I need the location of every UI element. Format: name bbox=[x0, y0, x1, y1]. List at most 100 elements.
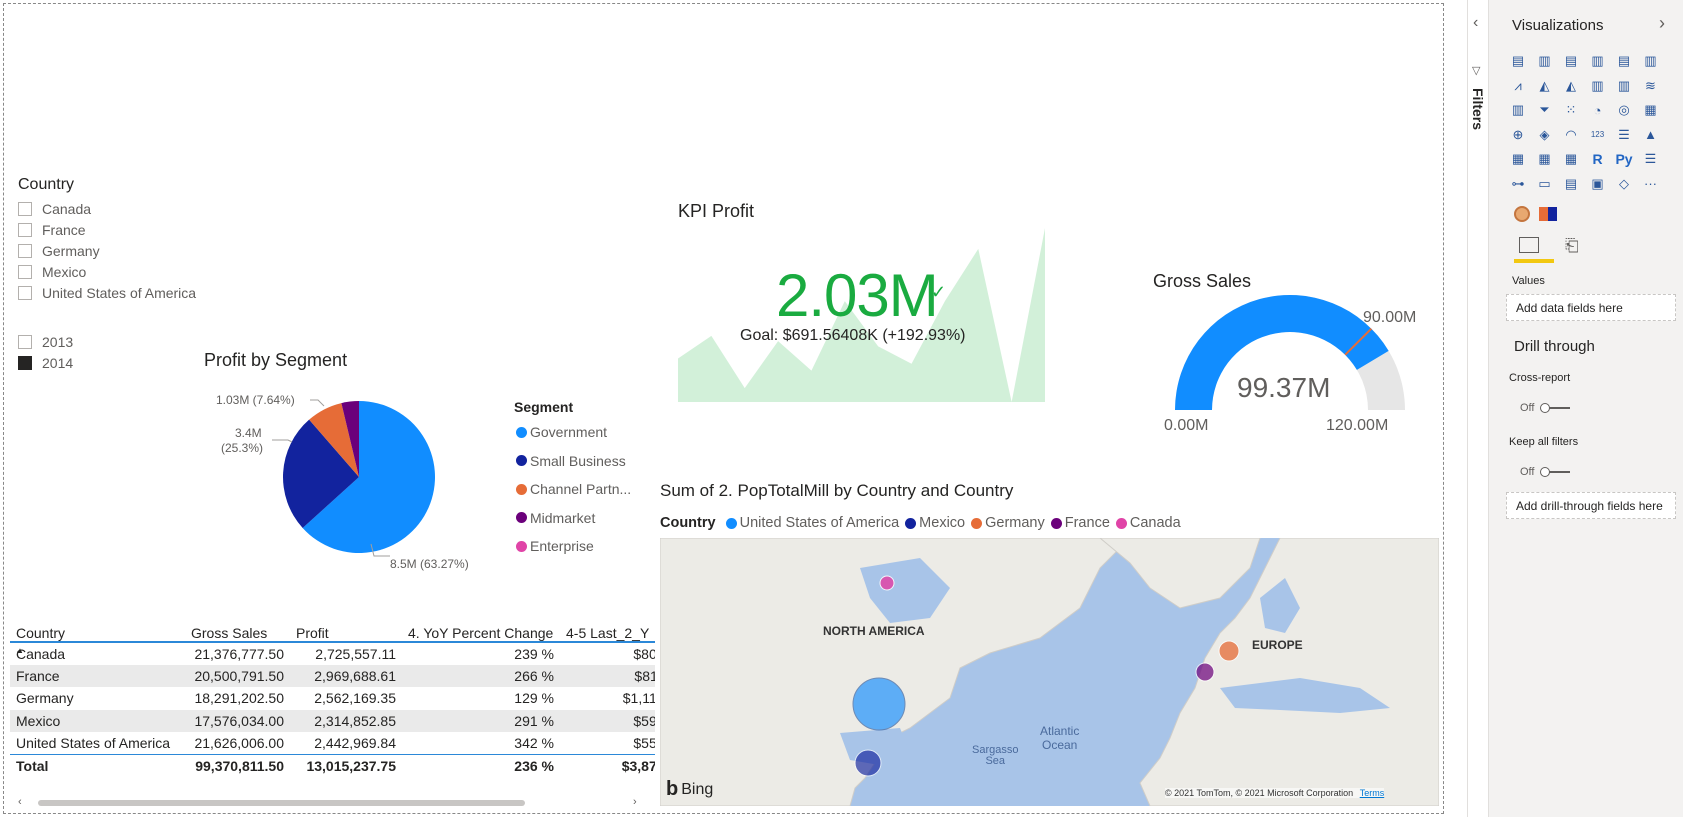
stacked-area-icon[interactable]: ◭ bbox=[1562, 78, 1580, 94]
line-clustered-icon[interactable]: ▥ bbox=[1615, 78, 1633, 94]
ribbon-icon[interactable]: ≋ bbox=[1642, 78, 1660, 94]
map-icon[interactable]: ⊕ bbox=[1509, 127, 1527, 143]
table-row[interactable]: Canada 21,376,777.50 2,725,557.11 239 % $803… bbox=[10, 642, 655, 665]
100-column-icon[interactable]: ▥ bbox=[1642, 53, 1660, 69]
chevron-right-icon[interactable]: › bbox=[1659, 13, 1665, 34]
clustered-column-icon[interactable]: ▥ bbox=[1589, 53, 1607, 69]
fields-tab-icon[interactable] bbox=[1519, 237, 1539, 253]
pie-chart[interactable]: 1.03M (7.64%) 3.4M (25.3%) 8.5M (63.27%) bbox=[190, 380, 520, 580]
gauge-max: 120.00M bbox=[1326, 417, 1389, 434]
table-icon[interactable]: ▦ bbox=[1536, 151, 1554, 167]
scroll-left-icon[interactable]: ‹ bbox=[18, 796, 22, 808]
qa-icon[interactable]: ▭ bbox=[1536, 176, 1554, 192]
map-canvas[interactable]: NORTH AMERICA EUROPE Atlantic Ocean Sarga… bbox=[660, 538, 1439, 806]
map-legend-item[interactable]: Mexico bbox=[905, 515, 965, 531]
checkbox[interactable] bbox=[18, 264, 32, 279]
100-bar-icon[interactable]: ▤ bbox=[1615, 53, 1633, 69]
keep-filters-toggle[interactable]: Off bbox=[1520, 466, 1571, 478]
waterfall-icon[interactable]: ▥ bbox=[1509, 102, 1527, 118]
r-visual-icon[interactable]: R bbox=[1589, 151, 1607, 167]
map-terms-link[interactable]: Terms bbox=[1360, 788, 1385, 798]
cross-report-toggle[interactable]: Off bbox=[1520, 402, 1571, 414]
column-header[interactable]: Gross Sales bbox=[185, 612, 290, 642]
matrix-icon[interactable]: ▦ bbox=[1562, 151, 1580, 167]
donut-icon[interactable]: ◎ bbox=[1615, 102, 1633, 118]
scroll-right-icon[interactable]: › bbox=[633, 796, 637, 808]
checkbox[interactable] bbox=[18, 334, 32, 349]
decomposition-tree-icon[interactable]: ⊶ bbox=[1509, 176, 1527, 192]
line-column-icon[interactable]: ▥ bbox=[1589, 78, 1607, 94]
table-cell: 129 % bbox=[514, 690, 554, 707]
checkbox[interactable] bbox=[18, 222, 32, 237]
column-header[interactable]: Country bbox=[10, 612, 185, 642]
country-slicer-item[interactable]: United States of America bbox=[18, 282, 196, 303]
year-slicer-item[interactable]: 2014 bbox=[18, 352, 73, 373]
table-row[interactable]: Germany 18,291,202.50 2,562,169.35 129 % $1,… bbox=[10, 687, 655, 710]
checkbox[interactable] bbox=[18, 243, 32, 258]
stacked-column-icon[interactable]: ▥ bbox=[1536, 53, 1554, 69]
column-header[interactable]: Profit bbox=[290, 612, 402, 642]
year-slicer-item[interactable]: 2013 bbox=[18, 331, 73, 352]
table-visual[interactable]: Country Gross Sales Profit 4. YoY Percent C… bbox=[10, 612, 655, 811]
custom-visual-icon[interactable] bbox=[1514, 206, 1530, 222]
scatter-icon[interactable]: ⁙ bbox=[1562, 102, 1580, 118]
country-slicer-item[interactable]: Mexico bbox=[18, 261, 196, 282]
card-icon[interactable]: 123 bbox=[1589, 127, 1607, 143]
map-bubble-france[interactable] bbox=[1195, 662, 1215, 682]
chevron-left-icon[interactable]: ‹ bbox=[1473, 14, 1478, 32]
power-apps-icon[interactable]: ◇ bbox=[1615, 176, 1633, 192]
country-slicer-item[interactable]: Canada bbox=[18, 198, 196, 219]
more-icon[interactable]: ··· bbox=[1642, 176, 1660, 192]
line-icon[interactable]: ⩘ bbox=[1509, 78, 1527, 94]
gauge-icon[interactable]: ◠ bbox=[1562, 127, 1580, 143]
map-bubble-germany[interactable] bbox=[1218, 640, 1240, 662]
map-legend-item[interactable]: France bbox=[1050, 515, 1110, 531]
filters-pane-collapsed[interactable]: ‹ ▽ Filters bbox=[1467, 0, 1487, 817]
pie-legend-item[interactable]: Small Business bbox=[516, 447, 631, 476]
country-slicer-item[interactable]: Germany bbox=[18, 240, 196, 261]
funnel-icon[interactable]: ⏷ bbox=[1536, 102, 1554, 118]
area-icon[interactable]: ◭ bbox=[1536, 78, 1554, 94]
checkbox[interactable] bbox=[18, 201, 32, 216]
filled-map-icon[interactable]: ◈ bbox=[1536, 127, 1554, 143]
table-row[interactable]: France20,500,791.502,969,688.61266 %$811… bbox=[10, 664, 655, 687]
multi-row-card-icon[interactable]: ☰ bbox=[1615, 127, 1633, 143]
table-row[interactable]: Mexico17,576,034.002,314,852.85291 %$592… bbox=[10, 709, 655, 732]
pie-icon[interactable]: ◔ bbox=[1589, 102, 1607, 118]
slicer-icon[interactable]: ▦ bbox=[1509, 151, 1527, 167]
pie-legend-item[interactable]: Enterprise bbox=[516, 532, 631, 561]
checkbox[interactable] bbox=[18, 285, 32, 300]
stacked-bar-icon[interactable]: ▤ bbox=[1509, 53, 1527, 69]
map-legend-item[interactable]: Germany bbox=[971, 515, 1045, 531]
pie-legend-item[interactable]: Government bbox=[516, 418, 631, 447]
map-bubble-canada[interactable] bbox=[879, 575, 895, 591]
sort-asc-icon[interactable]: ▲ bbox=[16, 646, 24, 655]
legend-marker bbox=[725, 517, 737, 529]
map-legend-item[interactable]: United States of America bbox=[725, 515, 899, 531]
python-visual-icon[interactable]: Py bbox=[1615, 151, 1633, 167]
map-bubble-mexico[interactable] bbox=[854, 749, 882, 777]
pie-legend-item[interactable]: Midmarket bbox=[516, 504, 631, 533]
kpi-icon[interactable]: ▲ bbox=[1642, 127, 1660, 143]
column-header[interactable]: 4-5 Last_2_Y bbox=[560, 612, 655, 642]
clustered-bar-icon[interactable]: ▤ bbox=[1562, 53, 1580, 69]
values-well[interactable]: Add data fields here bbox=[1506, 294, 1676, 321]
country-slicer-item[interactable]: France bbox=[18, 219, 196, 240]
pie-legend-item[interactable]: Channel Partn... bbox=[516, 475, 631, 504]
key-influencers-icon[interactable]: ☰ bbox=[1642, 151, 1660, 167]
map-bubble-usa[interactable] bbox=[852, 677, 906, 731]
smart-narrative-icon[interactable]: ▤ bbox=[1562, 176, 1580, 192]
map-legend-item[interactable]: Canada bbox=[1115, 515, 1181, 531]
checkbox[interactable] bbox=[18, 355, 32, 370]
drill-through-well[interactable]: Add drill-through fields here bbox=[1506, 492, 1676, 519]
table-row[interactable]: United States of America 21,626,006.00 2,4… bbox=[10, 732, 655, 755]
format-paint-icon[interactable]: ⎗ bbox=[1565, 236, 1579, 256]
treemap-icon[interactable]: ▦ bbox=[1642, 102, 1660, 118]
report-canvas: Country Canada France Germany Mexico United … bbox=[0, 0, 1445, 817]
table-hscrollbar[interactable]: ‹ › bbox=[10, 796, 655, 809]
column-header[interactable]: 4. YoY Percent Change bbox=[402, 612, 560, 642]
scroll-thumb[interactable] bbox=[38, 800, 525, 806]
custom-visual-2-icon[interactable] bbox=[1539, 207, 1557, 221]
paginated-icon[interactable]: ▣ bbox=[1589, 176, 1607, 192]
country-slicer-item-label: United States of America bbox=[42, 284, 197, 301]
